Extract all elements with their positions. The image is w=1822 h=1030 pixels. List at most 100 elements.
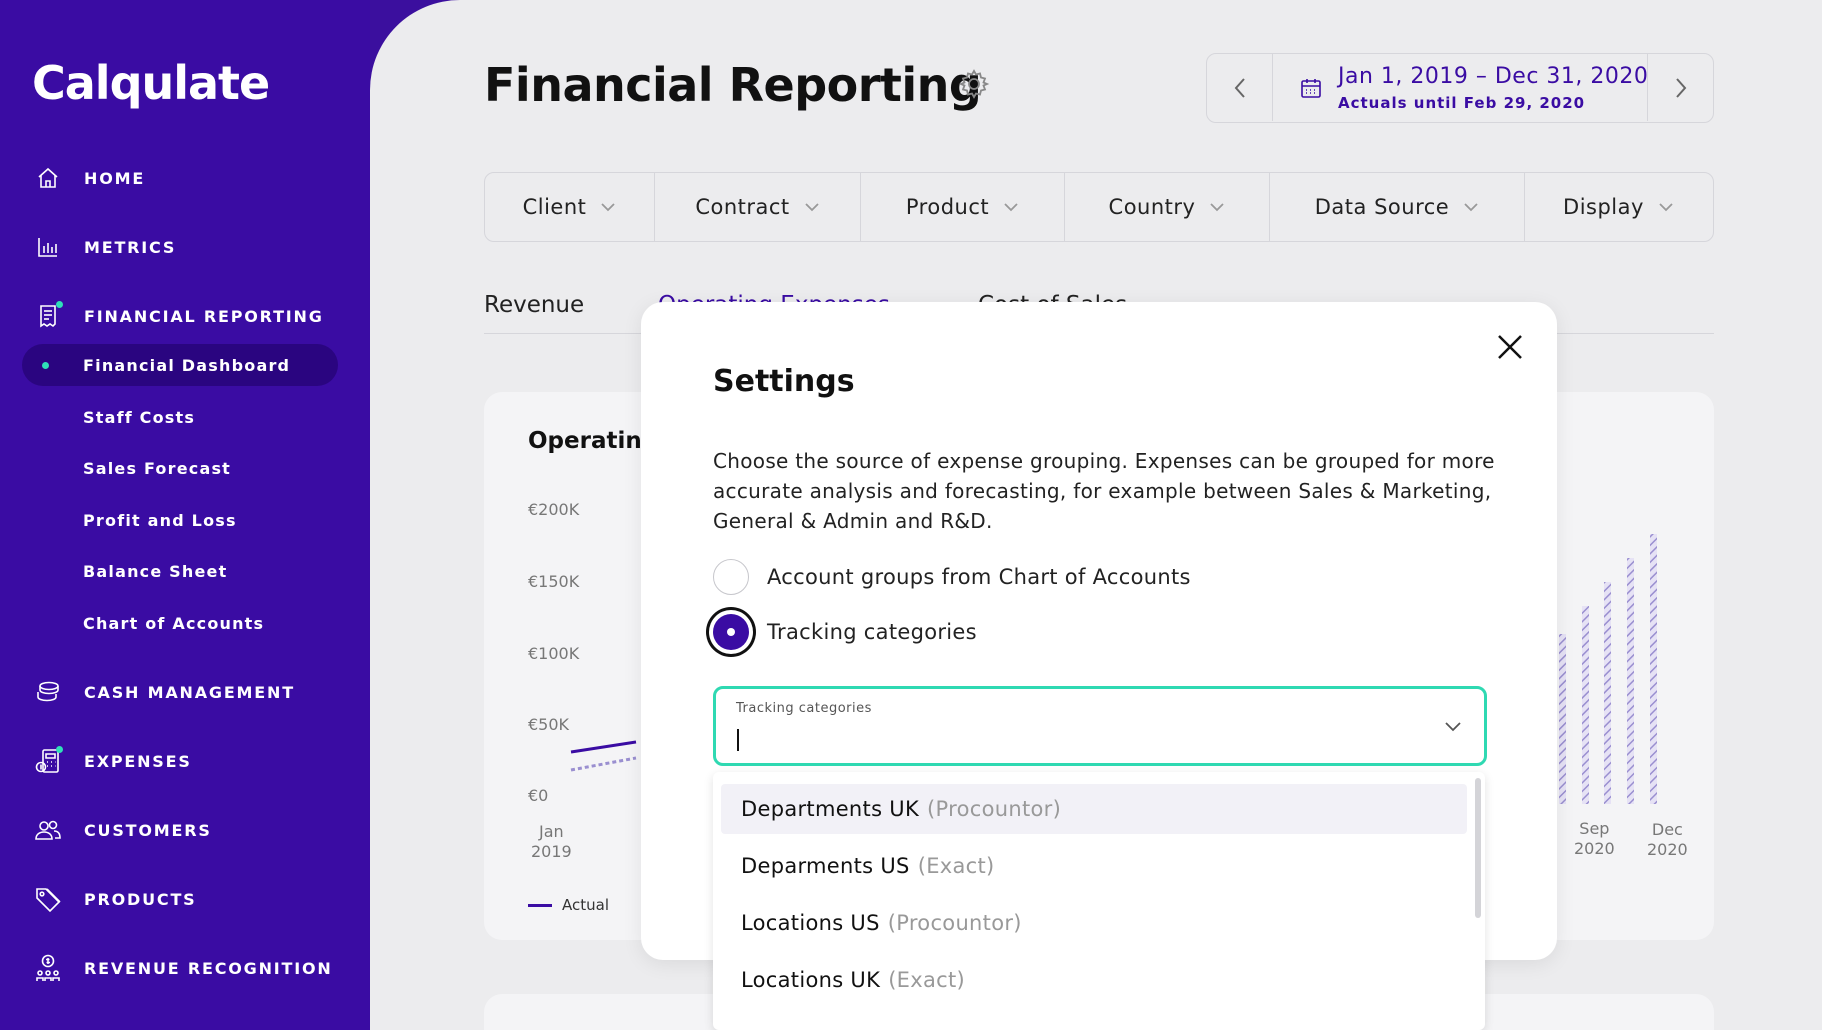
chevron-down-icon	[1659, 203, 1673, 212]
forecast-bars	[1559, 534, 1657, 804]
tab-revenue[interactable]: Revenue	[484, 292, 584, 318]
gear-icon[interactable]	[958, 68, 990, 100]
page-title: Financial Reporting	[484, 58, 982, 112]
home-icon	[34, 164, 62, 192]
x-tick-month: Dec	[1651, 820, 1683, 839]
filter-label: Display	[1563, 195, 1644, 219]
x-tick-month: Jan	[539, 822, 564, 841]
radio-button-selected[interactable]	[713, 614, 749, 650]
prev-period-button[interactable]	[1207, 54, 1273, 121]
filter-product[interactable]: Product	[861, 173, 1065, 241]
option-name: Departments UK	[741, 797, 920, 821]
x-tick: Dec 2020	[1647, 820, 1688, 860]
nav-products[interactable]: PRODUCTS	[34, 879, 197, 919]
sub-item-chart-of-accounts[interactable]: Chart of Accounts	[22, 602, 338, 644]
sub-item-sales-forecast[interactable]: Sales Forecast	[22, 447, 338, 489]
nav-expenses[interactable]: EXPENSES	[34, 741, 192, 781]
filter-client[interactable]: Client	[485, 173, 655, 241]
radio-label: Tracking categories	[767, 620, 977, 644]
bar	[1627, 558, 1634, 804]
nav-expenses-label: EXPENSES	[84, 751, 192, 771]
chevron-down-icon	[601, 203, 616, 212]
radio-button[interactable]	[713, 559, 749, 595]
filter-label: Contract	[695, 195, 790, 219]
next-period-button[interactable]	[1647, 54, 1713, 121]
nav-metrics[interactable]: METRICS	[34, 227, 176, 267]
receipt-icon	[34, 301, 63, 330]
sub-item-label: Profit and Loss	[83, 510, 237, 530]
tracking-categories-dropdown: Departments UK (Procountor) Deparments U…	[713, 772, 1485, 1030]
sub-item-financial-dashboard[interactable]: Financial Dashboard	[22, 344, 338, 386]
filter-label: Country	[1108, 195, 1196, 219]
filter-label: Data Source	[1314, 195, 1450, 219]
sub-item-profit-and-loss[interactable]: Profit and Loss	[22, 499, 338, 541]
bar-chart-icon	[34, 233, 62, 261]
x-tick-month: Sep	[1579, 819, 1610, 838]
filter-bar: Client Contract Product Country Data Sou…	[484, 172, 1714, 242]
filter-contract[interactable]: Contract	[655, 173, 861, 241]
nav-metrics-label: METRICS	[84, 237, 177, 257]
calculator-icon	[34, 746, 63, 775]
tracking-categories-select[interactable]: Tracking categories	[713, 686, 1487, 766]
nav-financial-reporting[interactable]: FINANCIAL REPORTING	[34, 296, 324, 336]
filter-country[interactable]: Country	[1065, 173, 1270, 241]
chevron-down-icon	[805, 203, 819, 212]
x-tick-year: 2020	[1574, 839, 1615, 858]
nav-home[interactable]: HOME	[34, 158, 145, 198]
users-icon	[34, 816, 62, 844]
option-name: Deparments US	[741, 854, 910, 878]
sub-item-label: Chart of Accounts	[83, 613, 265, 633]
sub-item-staff-costs[interactable]: Staff Costs	[22, 396, 338, 438]
actuals-until-text: Actuals until Feb 29, 2020	[1338, 94, 1586, 112]
filter-data-source[interactable]: Data Source	[1270, 173, 1525, 241]
x-tick-year: 2019	[531, 842, 572, 861]
chevron-down-icon	[1464, 203, 1478, 212]
close-icon	[1498, 335, 1522, 359]
chevron-down-icon	[1445, 722, 1461, 732]
dropdown-option[interactable]: Locations UK (Exact)	[721, 955, 1467, 1005]
y-tick: €200K	[528, 500, 580, 519]
calendar-icon[interactable]	[1299, 76, 1323, 100]
sidebar: Calqulate HOME METRICS FINANCIAL REPORTI…	[0, 0, 370, 1030]
radio-tracking-categories[interactable]: Tracking categories	[713, 614, 977, 650]
filter-label: Client	[522, 195, 587, 219]
active-bullet	[42, 361, 49, 369]
dropdown-option[interactable]: Deparments US (Exact)	[721, 841, 1467, 891]
bar	[1582, 606, 1589, 804]
sub-item-balance-sheet[interactable]: Balance Sheet	[22, 550, 338, 592]
date-range-text[interactable]: Jan 1, 2019 – Dec 31, 2020	[1338, 64, 1648, 89]
sub-item-label: Sales Forecast	[83, 458, 232, 478]
chevron-down-icon	[1210, 203, 1225, 212]
app-logo[interactable]: Calqulate	[32, 56, 270, 110]
modal-title: Settings	[713, 364, 855, 399]
radio-account-groups[interactable]: Account groups from Chart of Accounts	[713, 559, 1191, 595]
filter-display[interactable]: Display	[1525, 173, 1712, 241]
legend-swatch	[528, 903, 552, 907]
dropdown-option[interactable]: Departments UK (Procountor)	[721, 784, 1467, 834]
modal-description: Choose the source of expense grouping. E…	[713, 449, 1495, 533]
option-name: Locations US	[741, 911, 880, 935]
close-button[interactable]	[1493, 330, 1527, 364]
card-title: Operating	[528, 428, 659, 454]
dropdown-scrollbar[interactable]	[1475, 778, 1481, 918]
bar	[1559, 634, 1566, 804]
chevron-left-icon	[1234, 77, 1245, 98]
sub-item-label: Balance Sheet	[83, 561, 228, 581]
nav-revenue-recognition-label: REVENUE RECOGNITION	[84, 958, 333, 978]
nav-cash-management[interactable]: CASH MANAGEMENT	[34, 672, 295, 712]
option-source: (Procountor)	[927, 797, 1062, 821]
x-tick-year: 2020	[1647, 840, 1688, 859]
dropdown-option[interactable]: Locations US (Procountor)	[721, 898, 1467, 948]
bar	[1604, 582, 1611, 804]
bar	[1650, 534, 1657, 804]
option-source: (Exact)	[917, 854, 995, 878]
nav-revenue-recognition[interactable]: REVENUE RECOGNITION	[34, 948, 333, 988]
option-source: (Procountor)	[887, 911, 1022, 935]
x-tick: Sep 2020	[1574, 819, 1615, 859]
nav-customers[interactable]: CUSTOMERS	[34, 810, 212, 850]
option-name: Locations UK	[741, 968, 881, 992]
nav-products-label: PRODUCTS	[84, 889, 197, 909]
y-tick: €150K	[528, 572, 580, 591]
chart-legend[interactable]: Actual	[528, 896, 609, 914]
radio-label: Account groups from Chart of Accounts	[767, 565, 1191, 589]
